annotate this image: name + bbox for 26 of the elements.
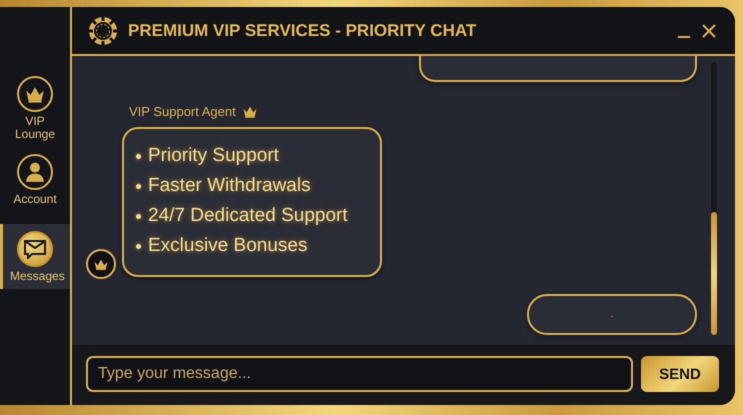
sidebar-item[interactable]: VIP Lounge	[0, 75, 70, 147]
sender-name: VIP Support Agent	[129, 104, 236, 119]
sidebar-item[interactable]: Messages	[0, 224, 70, 289]
crown-icon	[24, 85, 46, 103]
window-title: PREMIUM VIP SERVICES - PRIORITY CHAT	[128, 20, 478, 40]
bullet-text: Priority Support	[148, 144, 279, 168]
bullet-icon	[136, 154, 141, 158]
bullet-text: Faster Withdrawals	[148, 174, 311, 198]
bullet-icon	[136, 214, 141, 218]
send-button[interactable]: SEND	[641, 356, 719, 392]
close-button[interactable]	[701, 22, 717, 38]
message-input[interactable]: Type your message...	[86, 356, 633, 392]
message-text: .	[610, 309, 614, 320]
bullet-text: Exclusive Bonuses	[148, 234, 308, 258]
scrollbar[interactable]	[711, 62, 717, 335]
sidebar-item[interactable]: Account	[0, 153, 70, 212]
envelope-icon	[23, 239, 47, 259]
crown-icon	[242, 105, 258, 118]
close-icon	[701, 22, 717, 38]
poker-chip-icon	[88, 16, 118, 46]
bullet-text: 24/7 Dedicated Support	[148, 204, 348, 228]
bullet-icon	[136, 184, 141, 188]
bullet-icon	[136, 244, 141, 248]
minimize-icon	[677, 36, 691, 38]
person-icon	[24, 161, 46, 183]
agent-avatar	[86, 249, 116, 279]
